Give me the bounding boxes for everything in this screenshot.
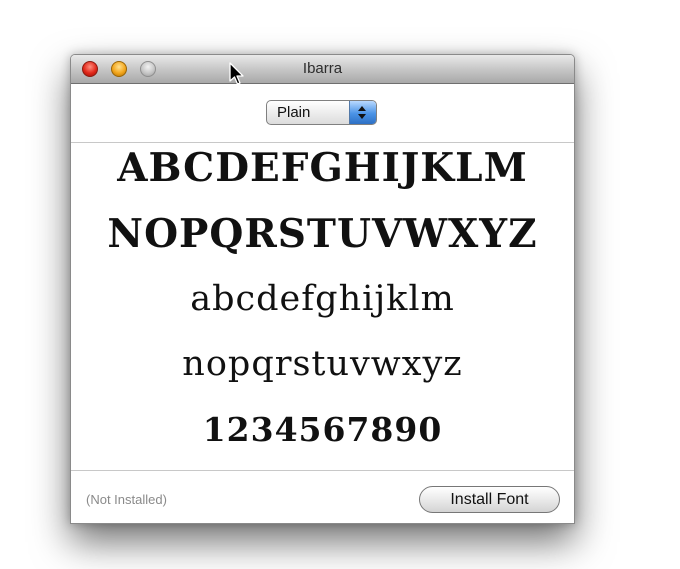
title-bar[interactable]: Ibarra <box>71 55 574 84</box>
font-style-select[interactable]: Plain <box>266 100 377 125</box>
preview-lowercase-2: nopqrstuvwxyz <box>182 344 463 384</box>
arrow-down-icon <box>358 114 366 119</box>
footer: (Not Installed) Install Font <box>71 470 574 523</box>
mouse-pointer-icon <box>229 62 244 85</box>
select-arrows-icon <box>349 101 376 124</box>
font-preview-area: ABCDEFGHIJKLM NOPQRSTUVWXYZ abcdefghijkl… <box>71 143 574 470</box>
toolbar: Plain <box>71 84 574 143</box>
window-title: Ibarra <box>302 60 343 77</box>
preview-uppercase-1: ABCDEFGHIJKLM <box>117 145 528 191</box>
preview-uppercase-2: NOPQRSTUVWXYZ <box>107 211 538 257</box>
preview-digits: 1234567890 <box>202 410 443 449</box>
install-status-text: (Not Installed) <box>86 492 167 507</box>
arrow-up-icon <box>358 106 366 111</box>
install-font-button[interactable]: Install Font <box>419 486 560 513</box>
font-style-value: Plain <box>277 104 311 121</box>
preview-lowercase-1: abcdefghijklm <box>190 279 455 319</box>
font-book-window: Ibarra Plain ABCDEFGHIJKLM NOPQRSTUVWXYZ… <box>70 54 575 524</box>
